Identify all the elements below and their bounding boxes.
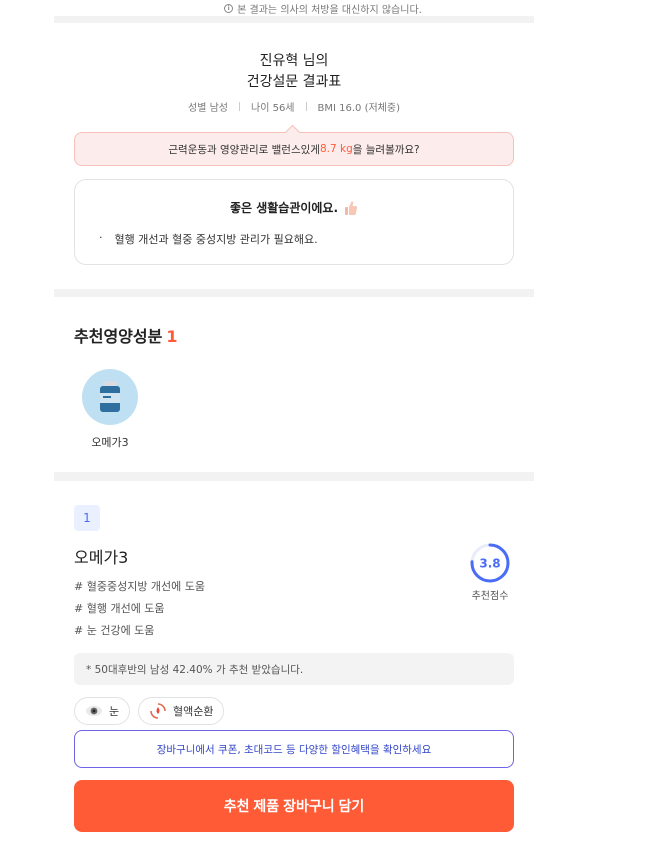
nutrient-label: 오메가3 bbox=[91, 436, 129, 449]
score-label: 추천점수 bbox=[471, 591, 509, 602]
alert-highlight: 8.7 kg bbox=[319, 143, 353, 155]
chip-label: 눈 bbox=[109, 705, 120, 718]
rank-badge: 1 bbox=[74, 505, 100, 531]
recommended-nutrients-card: 추천영양성분 1 오메가3 bbox=[54, 297, 534, 472]
coupon-banner[interactable]: 장바구니에서 쿠폰, 초대코드 등 다양한 할인혜택을 확인하세요 bbox=[74, 730, 514, 768]
recommended-title-text: 추천영양성분 bbox=[74, 327, 163, 346]
benefit-tag: # 혈중중성지방 개선에 도움 bbox=[74, 580, 206, 593]
thumbs-up-icon bbox=[344, 200, 358, 216]
weight-goal-alert: 근력운동과 영양관리로 밸런스있게 8.7 kg 을 늘려볼까요? bbox=[74, 124, 514, 166]
meta-divider bbox=[305, 102, 307, 111]
age-meta: 나이 56세 bbox=[251, 103, 295, 114]
habit-item-text: 혈행 개선과 혈중 중성지방 관리가 필요해요. bbox=[114, 233, 318, 246]
alert-prefix: 근력운동과 영양관리로 밸런스있게 bbox=[168, 143, 320, 156]
eye-icon bbox=[86, 706, 102, 716]
meta-divider bbox=[239, 102, 240, 111]
nutrient-item-omega3[interactable] bbox=[82, 369, 138, 425]
benefit-tags: # 혈중중성지방 개선에 도움 # 혈행 개선에 도움 # 눈 건강에 도움 bbox=[74, 576, 205, 642]
benefit-tag: # 눈 건강에 도움 bbox=[74, 624, 155, 637]
supplement-bottle-icon bbox=[100, 381, 120, 412]
habit-title: 좋은 생활습관이에요. bbox=[75, 199, 513, 216]
chip-label: 혈액순환 bbox=[173, 705, 214, 718]
chip-eye[interactable]: 눈 bbox=[74, 697, 131, 725]
recommended-count: 1 bbox=[166, 327, 178, 346]
disclaimer-text: 본 결과는 의사의 처방을 대신하지 않습니다. bbox=[237, 4, 422, 16]
profile-meta: 성별 남성 나이 56세 BMI 16.0 (저체중) bbox=[54, 99, 534, 114]
disclaimer-notice: i 본 결과는 의사의 처방을 대신하지 않습니다. bbox=[0, 0, 646, 16]
bmi-meta: BMI 16.0 (저체중) bbox=[317, 103, 400, 114]
alert-suffix: 을 늘려볼까요? bbox=[352, 143, 420, 156]
user-name-heading: 진유혁 님의 bbox=[259, 53, 329, 69]
info-icon: i bbox=[224, 3, 234, 13]
score-ring: 3.8 bbox=[470, 543, 510, 583]
blood-circulation-icon bbox=[150, 703, 166, 719]
habit-title-text: 좋은 생활습관이에요. bbox=[229, 201, 339, 215]
habit-box: 좋은 생활습관이에요. · 혈행 개선과 혈중 중성지방 관리가 필요해요. bbox=[74, 179, 514, 265]
recommend-stat: * 50대후반의 남성 42.40% 가 추천 받았습니다. bbox=[74, 653, 514, 685]
recommend-score: 3.8 bbox=[468, 541, 512, 589]
chip-blood-circulation[interactable]: 혈액순환 bbox=[138, 697, 225, 725]
recommended-title: 추천영양성분 1 bbox=[74, 323, 177, 347]
product-name[interactable]: 오메가3 bbox=[74, 544, 128, 568]
habit-list-item: · 혈행 개선과 혈중 중성지방 관리가 필요해요. bbox=[99, 231, 318, 247]
result-summary-card: 진유혁 님의 건강설문 결과표 성별 남성 나이 56세 BMI 16.0 (저… bbox=[54, 23, 534, 289]
benefit-tag: # 혈행 개선에 도움 bbox=[74, 602, 165, 615]
alert-pointer bbox=[284, 124, 301, 141]
result-title: 건강설문 결과표 bbox=[246, 74, 342, 90]
add-to-cart-button[interactable]: 추천 제품 장바구니 담기 bbox=[74, 780, 514, 832]
bullet-marker: · bbox=[99, 231, 103, 244]
gender-meta: 성별 남성 bbox=[188, 103, 228, 114]
score-value: 3.8 bbox=[479, 557, 500, 571]
